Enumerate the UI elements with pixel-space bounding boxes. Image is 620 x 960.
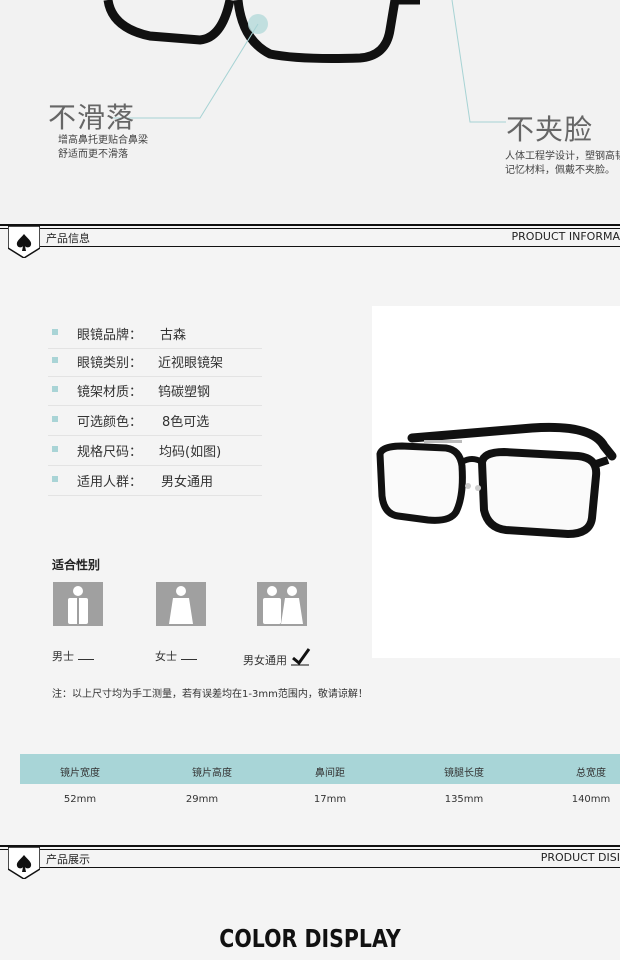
checkmark-icon [290,648,310,666]
spec-value: 8色可选 [162,415,210,430]
spec-value: 男女通用 [161,475,214,490]
spade-badge-icon [8,847,40,879]
size-header-cell: 镜腿长度 [444,768,484,779]
bullet-square-icon [52,329,58,335]
feature-desc-line: 舒适而更不滑落 [58,149,128,160]
feature-desc-left: 增高鼻托更贴合鼻梁 舒适而更不滑落 [58,134,148,162]
gender-label: 女士 [155,650,177,663]
spec-row: 可选颜色： 8色可选 [48,406,262,436]
product-photo [372,306,620,658]
spec-label: 适用人群： [77,475,143,490]
bullet-square-icon [52,416,58,422]
size-header-cell: 鼻间距 [315,768,345,779]
size-header-cell: 镜片高度 [192,768,232,779]
gender-label: 男士 [52,650,74,663]
spec-label: 镜架材质： [77,385,143,400]
size-value-cell: 29mm [185,794,219,805]
spade-badge-icon [8,226,40,258]
gender-blank [78,659,94,660]
spec-label: 可选颜色： [77,415,143,430]
measurement-note: 注：以上尺寸均为手工测量，若有误差均在1-3mm范围内，敬请谅解！ [52,689,368,700]
spec-row: 眼镜品牌： 古森 [48,319,262,349]
spec-value: 钨碳塑钢 [158,385,211,400]
size-header-cell: 总宽度 [576,768,606,779]
bullet-square-icon [52,446,58,452]
female-icon [156,582,206,626]
spec-row: 眼镜类别： 近视眼镜架 [48,347,262,377]
size-header-cell: 镜片宽度 [60,768,100,779]
bullet-square-icon [52,357,58,363]
section-header-display: 产品展示 PRODUCT DISI [0,845,620,879]
gender-blank [181,659,197,660]
spec-value: 近视眼镜架 [158,356,224,371]
section-header-info: 产品信息 PRODUCT INFORMA [0,224,620,258]
spec-value: 均码(如图) [159,445,222,460]
size-value-cell: 140mm [571,794,611,805]
color-display-heading: COLOR DISPLAY [219,924,401,953]
section-title-cn: 产品展示 [46,853,90,866]
feature-desc-line: 记忆材料，佩戴不夹脸。 [505,165,615,176]
male-icon [53,582,103,626]
feature-desc-line: 人体工程学设计，塑钢高韧 [505,151,620,162]
feature-title-right: 不夹脸 [506,113,594,146]
size-value-cell: 135mm [444,794,484,805]
bullet-square-icon [52,386,58,392]
size-table-header: 镜片宽度 镜片高度 鼻间距 镜腿长度 总宽度 [20,754,620,784]
gender-title: 适合性别 [52,558,101,572]
spec-label: 规格尺码： [77,445,143,460]
section-title-en: PRODUCT DISI [540,851,620,864]
spec-row: 规格尺码： 均码(如图) [48,436,262,466]
gender-option-male: 男士 [52,648,94,664]
gender-label: 男女通用 [243,654,287,667]
section-title-cn: 产品信息 [46,232,90,245]
glasses-product-image [376,422,617,539]
unisex-icon [257,582,307,626]
gender-option-female: 女士 [155,648,197,664]
feature-desc-right: 人体工程学设计，塑钢高韧 记忆材料，佩戴不夹脸。 [505,150,620,178]
bullet-square-icon [52,476,58,482]
feature-title-left: 不滑落 [48,101,136,134]
spec-row: 镜架材质： 钨碳塑钢 [48,376,262,406]
gender-option-unisex: 男女通用 [243,648,311,668]
size-value-cell: 52mm [63,794,97,805]
spec-row: 适用人群： 男女通用 [48,466,262,496]
spec-label: 眼镜品牌： [77,328,143,343]
size-value-cell: 17mm [313,794,347,805]
feature-desc-line: 增高鼻托更贴合鼻梁 [58,135,148,146]
spec-label: 眼镜类别： [77,356,143,371]
size-table-values: 52mm 29mm 17mm 135mm 140mm [20,784,620,812]
feature-hero: 不滑落 增高鼻托更贴合鼻梁 舒适而更不滑落 不夹脸 人体工程学设计，塑钢高韧 记… [0,0,620,220]
spec-value: 古森 [160,328,187,343]
section-title-en: PRODUCT INFORMA [511,230,620,243]
